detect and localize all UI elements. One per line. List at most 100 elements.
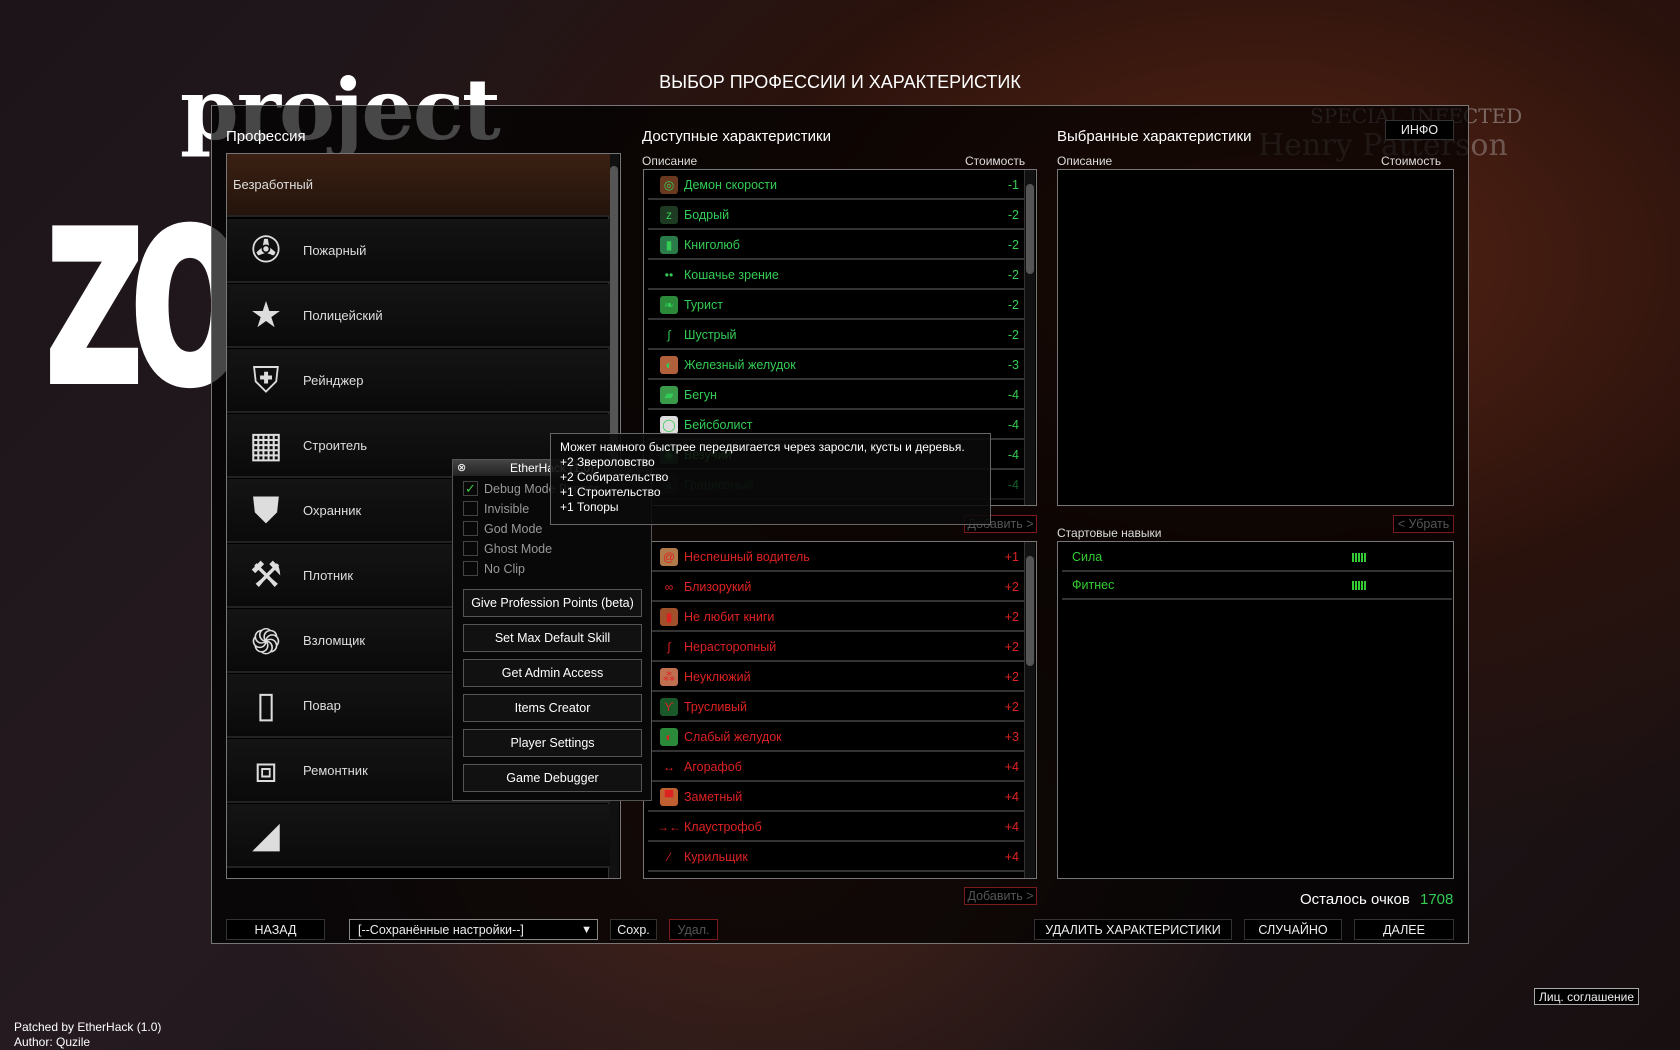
profession-item[interactable]: Безработный	[227, 154, 610, 217]
trait-row[interactable]: ∫ Нерасторопный +2	[648, 634, 1025, 662]
etherhack-button[interactable]: Game Debugger	[463, 764, 642, 792]
trait-cost: -2	[1007, 208, 1019, 222]
trait-cost: -2	[1007, 238, 1019, 252]
checkmark-icon[interactable]: ✓	[463, 481, 478, 496]
etherhack-button[interactable]: Give Profession Points (beta)	[463, 589, 642, 617]
remove-trait-button[interactable]: < Убрать	[1393, 515, 1454, 533]
clear-traits-button[interactable]: УДАЛИТЬ ХАРАКТЕРИСТИКИ	[1034, 919, 1232, 940]
profession-item[interactable]: ✇ Пожарный	[227, 219, 610, 283]
tooltip-line: +1 Строительство	[560, 485, 661, 499]
add-negative-button[interactable]: Добавить >	[964, 887, 1037, 905]
trait-row[interactable]: •• Кошачье зрение -2	[648, 262, 1025, 290]
trait-cost: +2	[1004, 670, 1019, 684]
profession-item[interactable]: ◢	[227, 804, 610, 868]
trait-name: Неспешный водитель	[684, 550, 810, 564]
trait-row[interactable]: z Бодрый -2	[648, 202, 1025, 230]
dropdown-arrow-icon: ▼	[581, 923, 592, 936]
trait-row[interactable]: ▮ Не любит книги +2	[648, 604, 1025, 632]
trait-cost: +4	[1004, 790, 1019, 804]
profession-heading: Профессия	[226, 128, 306, 145]
ranger-badge-icon: ⛨	[252, 358, 280, 400]
trait-name: Книголюб	[684, 238, 740, 252]
trait-row[interactable]: ↔ Агорафоб +4	[648, 754, 1025, 782]
trait-name: Клаустрофоб	[684, 820, 762, 834]
trait-row[interactable]: ▮ Книголюб -2	[648, 232, 1025, 260]
trait-row[interactable]: →← Клаустрофоб +4	[648, 814, 1025, 842]
trait-row[interactable]: ∞ Близорукий +2	[648, 574, 1025, 602]
trait-row[interactable]: ◐ Слабый желудок +3	[648, 724, 1025, 752]
skill-name: Фитнес	[1072, 578, 1115, 592]
trait-name: Неуклюжий	[684, 670, 751, 684]
trait-row[interactable]: ▀ Заметный +4	[648, 784, 1025, 812]
etherhack-button[interactable]: Set Max Default Skill	[463, 624, 642, 652]
trait-row[interactable]: ◎ Демон скорости -1	[648, 172, 1025, 200]
presets-dropdown[interactable]: [--Сохранённые настройки--] ▼	[349, 919, 598, 940]
trait-row[interactable]: ▰ Бегун -4	[648, 382, 1025, 410]
random-button[interactable]: СЛУЧАЙНО	[1244, 919, 1342, 940]
trait-name: Нерасторопный	[684, 640, 777, 654]
trait-row[interactable]: ⁄ Курильщик +4	[648, 844, 1025, 872]
checkbox-label: Ghost Mode	[484, 541, 553, 556]
skill-row: Фитнес	[1062, 572, 1452, 600]
trait-row[interactable]: ❧ Турист -2	[648, 292, 1025, 320]
sneaker-icon: ▰	[660, 386, 678, 404]
trait-name: Демон скорости	[684, 178, 778, 192]
profession-item[interactable]: ★ Полицейский	[227, 284, 610, 348]
trait-row[interactable]: @ Неспешный водитель +1	[648, 544, 1025, 572]
etherhack-button[interactable]: Player Settings	[463, 729, 642, 757]
trait-cost: -4	[1007, 388, 1019, 402]
baseball-icon: ◯	[660, 416, 678, 434]
footer-author: Author: Quzile	[14, 1035, 91, 1049]
security-badge-icon: ⛊	[252, 488, 280, 530]
profession-label: Плотник	[303, 567, 354, 583]
etherhack-button[interactable]: Items Creator	[463, 694, 642, 722]
profession-label: Взломщик	[303, 632, 366, 648]
trait-row[interactable]: ∫ Шустрый -2	[648, 322, 1025, 350]
trait-name: Бейсболист	[684, 418, 753, 432]
leaf-icon: ❧	[660, 296, 678, 314]
delete-preset-button[interactable]: Удал.	[669, 919, 718, 940]
checkbox[interactable]	[463, 541, 478, 556]
info-button[interactable]: ИНФО	[1385, 120, 1454, 140]
presets-value: [--Сохранённые настройки--]	[358, 922, 524, 937]
trait-row[interactable]: ◐ Железный желудок -3	[648, 352, 1025, 380]
etherhack-button[interactable]: Get Admin Access	[463, 659, 642, 687]
available-col-desc: Описание	[642, 154, 698, 168]
etherhack-checkbox[interactable]: No Clip	[463, 561, 525, 576]
footer-patched: Patched by EtherHack (1.0)	[14, 1020, 162, 1034]
nerves-icon: ϒ	[660, 698, 678, 716]
checkbox[interactable]	[463, 501, 478, 516]
license-button[interactable]: Лиц. соглашение	[1534, 988, 1639, 1005]
next-button[interactable]: ДАЛЕЕ	[1354, 919, 1454, 940]
checkbox[interactable]	[463, 561, 478, 576]
trait-row[interactable]: ⁂ Неуклюжий +2	[648, 664, 1025, 692]
save-preset-button[interactable]: Сохр.	[610, 919, 657, 940]
positive-scrollbar[interactable]	[1024, 170, 1035, 505]
trait-row[interactable]: ϒ Трусливый +2	[648, 694, 1025, 722]
points-value: 1708	[1420, 891, 1454, 908]
etherhack-checkbox[interactable]: God Mode	[463, 521, 542, 536]
negative-scrollbar[interactable]	[1024, 542, 1035, 878]
trait-cost: -4	[1007, 448, 1019, 462]
back-button[interactable]: НАЗАД	[226, 919, 325, 940]
trait-name: Шустрый	[684, 328, 737, 342]
etherhack-checkbox[interactable]: Ghost Mode	[463, 541, 552, 556]
profession-item[interactable]: ⛨ Рейнджер	[227, 349, 610, 413]
trait-name: Заметный	[684, 790, 743, 804]
book-icon: ▮	[660, 236, 678, 254]
etherhack-checkbox[interactable]: Invisible	[463, 501, 529, 516]
hat-icon: ▀	[660, 788, 678, 806]
selected-col-cost: Стоимость	[1381, 154, 1442, 168]
needle-icon: ∫	[660, 638, 678, 656]
partial-icon: ◢	[252, 814, 280, 855]
checkbox[interactable]	[463, 521, 478, 536]
glasses-icon: ∞	[660, 578, 678, 596]
trait-name: Агорафоб	[684, 760, 742, 774]
trait-name: Не любит книги	[684, 610, 775, 624]
page-title: ВЫБОР ПРОФЕССИИ И ХАРАКТЕРИСТИК	[659, 72, 1021, 92]
close-icon[interactable]: ⊗	[457, 460, 466, 476]
trait-cost: +2	[1004, 580, 1019, 594]
trait-cost: -2	[1007, 268, 1019, 282]
checkbox-label: God Mode	[484, 521, 543, 536]
profession-label: Безработный	[233, 177, 314, 192]
